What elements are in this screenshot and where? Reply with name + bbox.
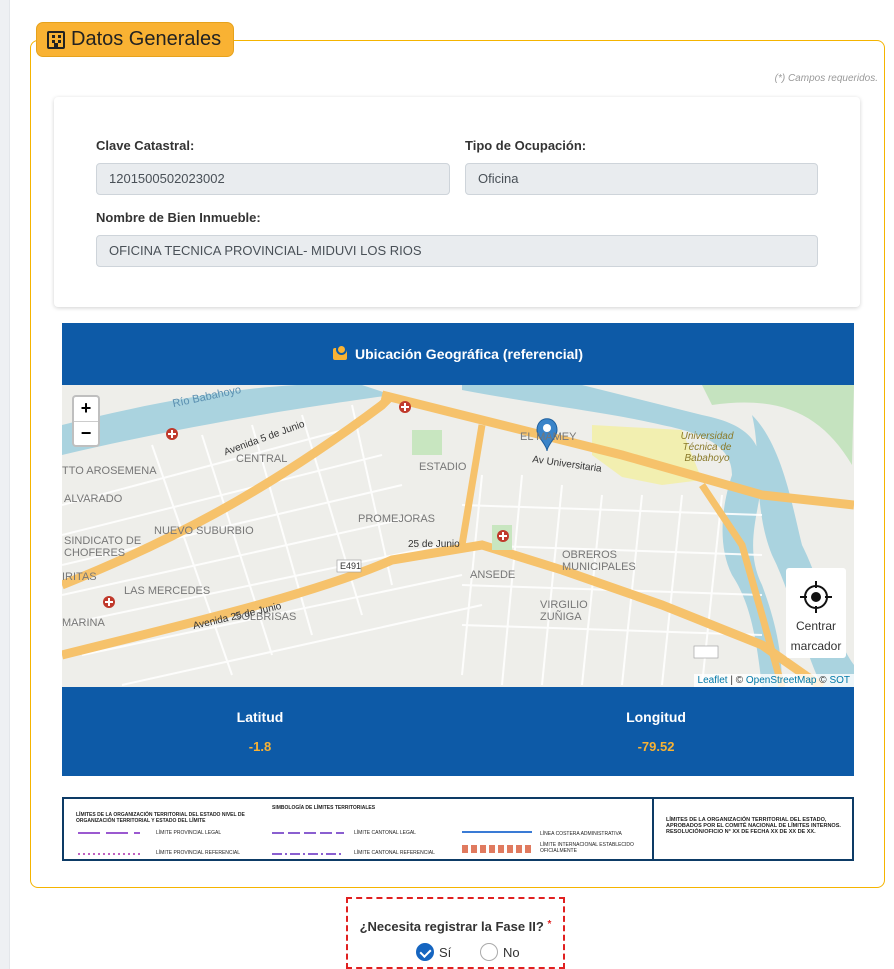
map-label: ESTADIO (419, 461, 467, 473)
map-label: TTO AROSEMENA (62, 465, 157, 477)
map-attribution: Leaflet | © OpenStreetMap © SOT (693, 674, 854, 687)
nombre-bien-field[interactable]: OFICINA TECNICA PROVINCIAL- MIDUVI LOS R… (96, 235, 818, 267)
radio-no-icon[interactable] (480, 943, 498, 961)
center-marker-label-2: marcador (790, 639, 842, 653)
attribution-copyright: © (816, 675, 830, 686)
legend-line-costera (462, 831, 532, 833)
center-marker-label-1: Centrar (795, 619, 836, 633)
coordinates-panel: Latitud -1.8 Longitud -79.52 (62, 687, 854, 776)
radio-no[interactable]: No (480, 943, 520, 961)
longitude-block: Longitud -79.52 (458, 709, 854, 754)
fase-ii-question-text: ¿Necesita registrar la Fase II? (359, 919, 544, 934)
tipo-ocupacion-field[interactable]: Oficina (465, 163, 818, 195)
radio-si-label: Sí (439, 944, 452, 960)
legend-item: LÍMITE CANTONAL LEGAL (354, 830, 416, 836)
map-label: CENTRAL (236, 453, 288, 465)
longitude-value: -79.52 (637, 739, 675, 754)
legend-line-cantonal-ref (272, 853, 344, 855)
legend-item: LÍMITE PROVINCIAL REFERENCIAL (156, 850, 240, 856)
zoom-control: + − (72, 395, 100, 447)
required-fields-note: (*) Campos requeridos. (774, 73, 878, 84)
legend-line-provincial-ref (78, 853, 140, 855)
longitude-label: Longitud (626, 709, 686, 725)
crosshair-icon (800, 581, 832, 613)
map-label: 25 de Junio (408, 539, 460, 550)
left-edge-bar (0, 0, 10, 969)
latitude-value: -1.8 (248, 739, 272, 754)
map-label: VIRGILIO ZUÑIGA (540, 599, 588, 623)
osm-link[interactable]: OpenStreetMap (746, 675, 817, 686)
section-title: Datos Generales (71, 28, 222, 50)
legend-note: LÍMITES DE LA ORGANIZACIÓN TERRITORIAL D… (666, 817, 841, 835)
radio-si[interactable]: Sí (416, 943, 451, 961)
map-label: NUEVO SUBURBIO (154, 525, 254, 537)
map-label: Universidad Técnica de Babahoyo (680, 431, 734, 464)
tipo-ocupacion-label: Tipo de Ocupación: (465, 138, 587, 153)
clave-catastral-label: Clave Catastral: (96, 138, 195, 153)
map-view[interactable]: Río Babahoyo EL MAMEY Av Universitaria U… (62, 385, 854, 687)
map-label: SINDICATO DE CHOFERES (64, 535, 142, 559)
zoom-in-button[interactable]: + (74, 397, 98, 421)
legend-item: LÍMITE INTERNACIONAL ESTABLECIDO OFICIAL… (540, 842, 634, 854)
legend-line-cantonal-legal (272, 832, 344, 834)
nombre-bien-label: Nombre de Bien Inmueble: (96, 210, 261, 225)
legend-item: LÍNEA COSTERA ADMINISTRATIVA (540, 831, 622, 837)
section-title-tab: Datos Generales (36, 22, 235, 57)
attribution-separator: | © (727, 675, 746, 686)
map-pin-icon (333, 344, 348, 360)
radio-no-label: No (503, 944, 520, 960)
map-label: IRITAS (62, 571, 97, 583)
required-asterisk: * (547, 919, 552, 930)
territorial-limits-legend: LÍMITES DE LA ORGANIZACIÓN TERRITORIAL D… (62, 797, 854, 861)
leaflet-link[interactable]: Leaflet (698, 675, 728, 686)
sot-link[interactable]: SOT (829, 675, 850, 686)
legend-title-left: LÍMITES DE LA ORGANIZACIÓN TERRITORIAL D… (76, 812, 245, 824)
radio-si-checked-icon[interactable] (416, 943, 434, 961)
fase-ii-question-box: ¿Necesita registrar la Fase II? * Sí No (346, 897, 565, 969)
fase-ii-question: ¿Necesita registrar la Fase II? * (348, 919, 563, 934)
legend-title-center: SIMBOLOGÍA DE LÍMITES TERRITORIALES (272, 805, 376, 811)
legend-line-internacional (462, 845, 532, 853)
geo-location-title: Ubicación Geográfica (referencial) (355, 346, 583, 362)
map-label: ANSEDE (470, 569, 516, 581)
latitude-block: Latitud -1.8 (62, 709, 458, 754)
map-label: MARINA (62, 617, 105, 629)
map-label: ALVARADO (64, 493, 123, 505)
map-label: OBREROS MUNICIPALES (562, 549, 636, 573)
map-label: EL MAMEY (520, 431, 577, 443)
legend-line-provincial-legal (78, 832, 140, 834)
map-label: LAS MERCEDES (124, 585, 211, 597)
map-label: PROMEJORAS (358, 513, 436, 525)
legend-item: LÍMITE CANTONAL REFERENCIAL (354, 850, 435, 856)
legend-item: LÍMITE PROVINCIAL LEGAL (156, 830, 222, 836)
clave-catastral-field[interactable]: 1201500502023002 (96, 163, 450, 195)
general-data-card: Clave Catastral: 1201500502023002 Tipo d… (54, 97, 860, 307)
zoom-out-button[interactable]: − (74, 421, 98, 445)
center-marker-button[interactable]: Centrar marcador (786, 568, 846, 658)
building-icon (47, 30, 65, 49)
legend-divider (652, 799, 654, 859)
latitude-label: Latitud (236, 709, 284, 725)
geo-location-header: Ubicación Geográfica (referencial) (62, 323, 854, 385)
map-label: E491 (340, 561, 362, 571)
